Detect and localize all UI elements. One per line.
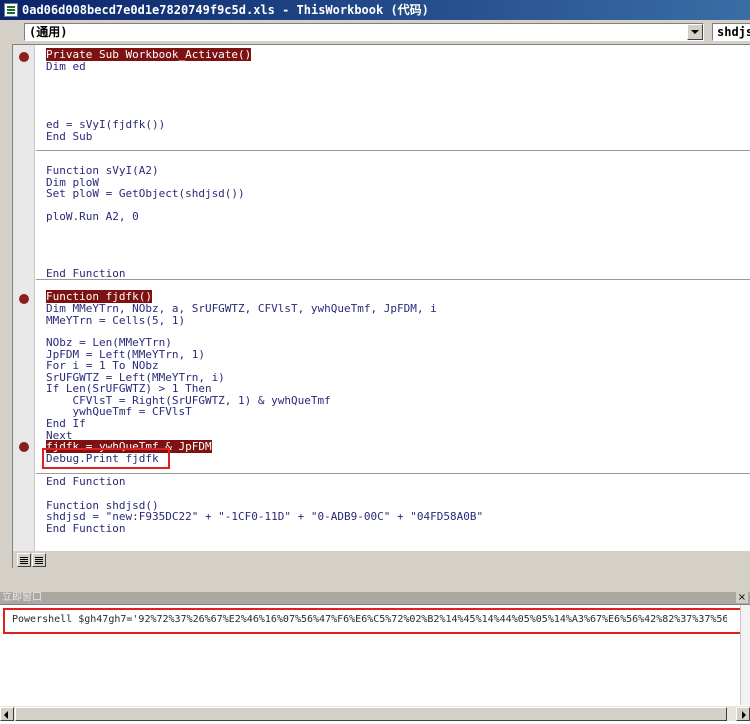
code-line[interactable]: MMeYTrn = Cells(5, 1): [46, 315, 185, 327]
breakpoint-icon[interactable]: [19, 294, 29, 304]
procedure-separator: [36, 150, 750, 151]
immediate-window-title-bar: 立即窗口 ×: [0, 592, 750, 604]
procedure-separator: [36, 279, 750, 280]
code-line[interactable]: End Function: [46, 476, 125, 488]
code-line[interactable]: ploW.Run A2, 0: [46, 211, 139, 223]
object-dropdown[interactable]: (通用): [24, 23, 704, 41]
immediate-window[interactable]: Powershell $gh47gh7='92%72%37%26%67%E2%4…: [0, 604, 750, 724]
code-line[interactable]: Dim ed: [46, 61, 86, 73]
scrollbar-thumb[interactable]: [15, 707, 727, 721]
breakpoint-icon[interactable]: [19, 52, 29, 62]
code-dropdown-bar: (通用) shdjs: [0, 20, 750, 44]
procedure-dropdown-value: shdjs: [717, 25, 750, 39]
immediate-window-title: 立即窗口: [2, 592, 42, 603]
scroll-left-icon[interactable]: [0, 707, 14, 721]
code-editor[interactable]: Private Sub Workbook_Activate() Dim ed e…: [12, 44, 750, 569]
object-dropdown-value: (通用): [29, 25, 68, 39]
code-line[interactable]: End Function: [46, 268, 125, 280]
immediate-output-line[interactable]: Powershell $gh47gh7='92%72%37%26%67%E2%4…: [12, 614, 727, 626]
code-line[interactable]: End Function: [46, 523, 125, 535]
full-module-view-icon[interactable]: [32, 553, 46, 567]
procedure-dropdown[interactable]: shdjs: [712, 23, 750, 41]
vertical-scrollbar[interactable]: [740, 605, 750, 705]
horizontal-scrollbar[interactable]: [0, 705, 750, 721]
code-line[interactable]: End Sub: [46, 131, 92, 143]
code-line[interactable]: Set ploW = GetObject(shdjsd()): [46, 188, 245, 200]
vba-module-icon: [4, 3, 18, 17]
annotation-box: [42, 448, 170, 469]
code-text-area[interactable]: Private Sub Workbook_Activate() Dim ed e…: [36, 45, 750, 551]
window-title-bar: 0ad06d008becd7e0d1e7820749f9c5d.xls - Th…: [0, 0, 750, 20]
procedure-view-icon[interactable]: [17, 553, 31, 567]
window-title: 0ad06d008becd7e0d1e7820749f9c5d.xls - Th…: [22, 3, 429, 17]
breakpoint-margin[interactable]: [13, 45, 35, 551]
procedure-separator: [36, 473, 750, 474]
breakpoint-icon[interactable]: [19, 442, 29, 452]
code-view-toolbar: [13, 551, 750, 569]
scroll-right-icon[interactable]: [736, 707, 750, 721]
chevron-down-icon[interactable]: [687, 24, 703, 40]
close-icon[interactable]: ×: [736, 592, 748, 603]
